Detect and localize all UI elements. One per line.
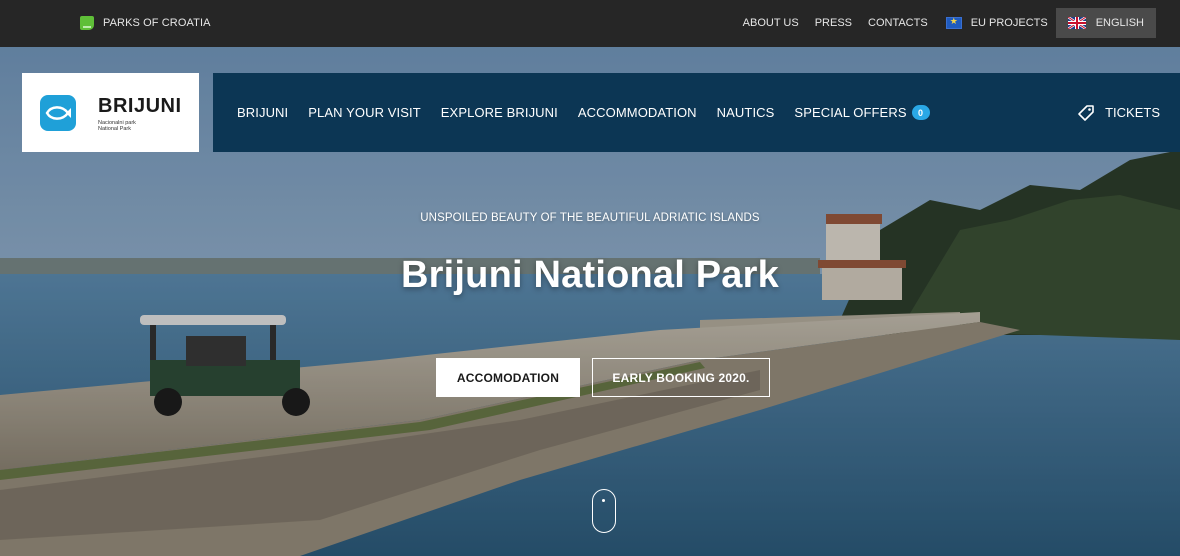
main-nav-items: BRIJUNI PLAN YOUR VISIT EXPLORE BRIJUNI … xyxy=(237,73,950,152)
nav-item-brijuni[interactable]: BRIJUNI xyxy=(237,105,288,120)
ticket-tag-icon xyxy=(1078,104,1094,121)
early-booking-button[interactable]: EARLY BOOKING 2020. xyxy=(592,358,770,397)
about-us-link[interactable]: ABOUT US xyxy=(735,8,807,38)
special-offers-count-badge: 0 xyxy=(911,105,930,120)
logo-subtitle-line2: National Park xyxy=(98,126,132,132)
fish-logo-icon xyxy=(40,95,76,131)
logo-title: BRIJUNI xyxy=(98,95,182,117)
hero-tagline: UNSPOILED BEAUTY OF THE BEAUTIFUL ADRIAT… xyxy=(420,212,760,224)
tickets-button[interactable]: TICKETS xyxy=(1077,73,1160,152)
top-links: ABOUT US PRESS CONTACTS EU PROJECTS ENGL… xyxy=(735,8,1156,38)
special-offers-label: SPECIAL OFFERS xyxy=(794,105,907,120)
scroll-mouse-icon[interactable] xyxy=(592,489,616,533)
eu-projects-label: EU PROJECTS xyxy=(970,17,1048,29)
accommodation-button[interactable]: ACCOMODATION xyxy=(436,358,580,397)
nav-item-explore-brijuni[interactable]: EXPLORE BRIJUNI xyxy=(441,105,558,120)
nav-item-plan-your-visit[interactable]: PLAN YOUR VISIT xyxy=(308,105,421,120)
parks-of-croatia-link[interactable]: PARKS OF CROATIA xyxy=(80,8,211,38)
top-utility-bar: PARKS OF CROATIA ABOUT US PRESS CONTACTS… xyxy=(0,0,1180,47)
parks-of-croatia-icon xyxy=(80,16,94,30)
contacts-link[interactable]: CONTACTS xyxy=(860,8,936,38)
eu-flag-icon xyxy=(945,16,962,29)
top-utility-bar-inner: PARKS OF CROATIA ABOUT US PRESS CONTACTS… xyxy=(8,8,1156,38)
nav-item-nautics[interactable]: NAUTICS xyxy=(717,105,775,120)
uk-flag-icon xyxy=(1067,17,1086,29)
main-navigation: BRIJUNI PLAN YOUR VISIT EXPLORE BRIJUNI … xyxy=(213,73,1180,152)
nav-item-special-offers[interactable]: SPECIAL OFFERS 0 xyxy=(794,105,930,120)
press-link[interactable]: PRESS xyxy=(807,8,860,38)
brijuni-logo[interactable]: BRIJUNI Nacionalni park National Park xyxy=(22,73,199,152)
language-label: ENGLISH xyxy=(1095,17,1144,29)
tickets-label: TICKETS xyxy=(1105,105,1160,120)
parks-of-croatia-label: PARKS OF CROATIA xyxy=(103,17,211,29)
logo-subtitle: Nacionalni park National Park xyxy=(98,120,136,132)
nav-item-accommodation[interactable]: ACCOMMODATION xyxy=(578,105,697,120)
language-selector[interactable]: ENGLISH xyxy=(1055,8,1156,38)
hero-title: Brijuni National Park xyxy=(401,254,779,296)
eu-projects-link[interactable]: EU PROJECTS xyxy=(936,8,1056,38)
